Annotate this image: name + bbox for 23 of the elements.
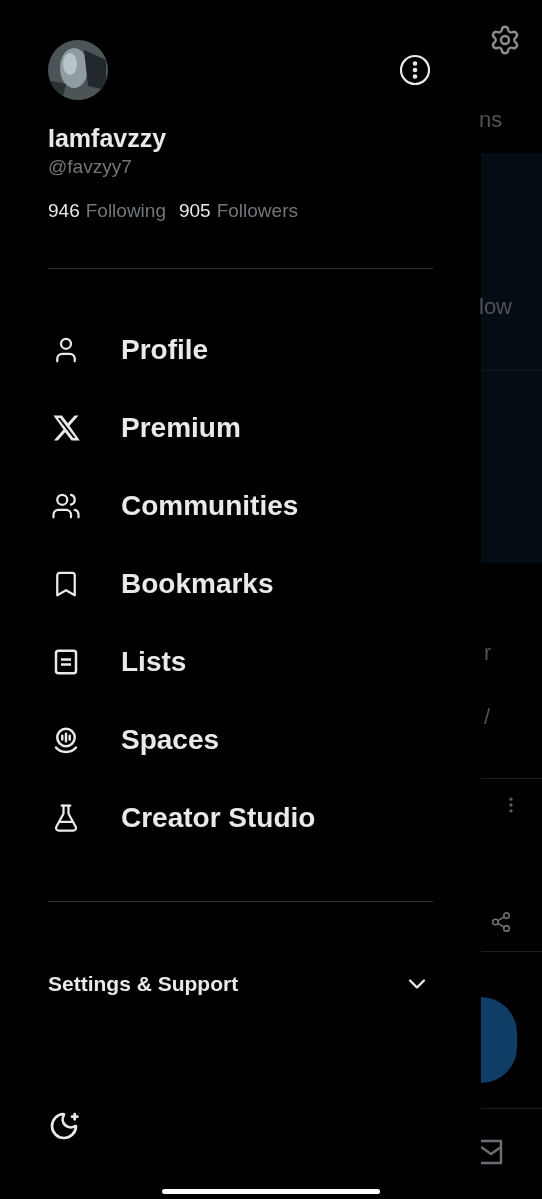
text-fragment: / (484, 705, 491, 729)
mail-icon[interactable] (481, 1139, 503, 1165)
menu-item[interactable]: Communities (48, 467, 433, 545)
menu-item[interactable]: Creator Studio (48, 779, 433, 857)
menu-item[interactable]: Profile (48, 311, 433, 389)
settings-icon[interactable] (489, 24, 521, 56)
menu-item[interactable]: Premium (48, 389, 433, 467)
settings-support-toggle[interactable]: Settings & Support (48, 964, 433, 1004)
user-handle: @favzyy7 (48, 157, 132, 177)
x-logo-icon (51, 413, 81, 443)
text-fragment: r (484, 641, 492, 665)
menu-item[interactable]: Bookmarks (48, 545, 433, 623)
follow-count-link[interactable]: 905 Followers (178, 199, 298, 223)
button-label: low (479, 295, 512, 319)
share-icon[interactable] (490, 911, 512, 933)
follow-count-link[interactable]: 946 Following (48, 199, 166, 223)
menu-item[interactable]: Spaces (48, 701, 433, 779)
more-options-icon[interactable] (399, 54, 431, 86)
display-name: Iamfavzzy (48, 123, 167, 154)
people-icon (51, 491, 81, 521)
tab-label: ns (479, 108, 503, 132)
theme-toggle-icon[interactable] (48, 1110, 82, 1142)
menu-item[interactable]: Lists (48, 623, 433, 701)
